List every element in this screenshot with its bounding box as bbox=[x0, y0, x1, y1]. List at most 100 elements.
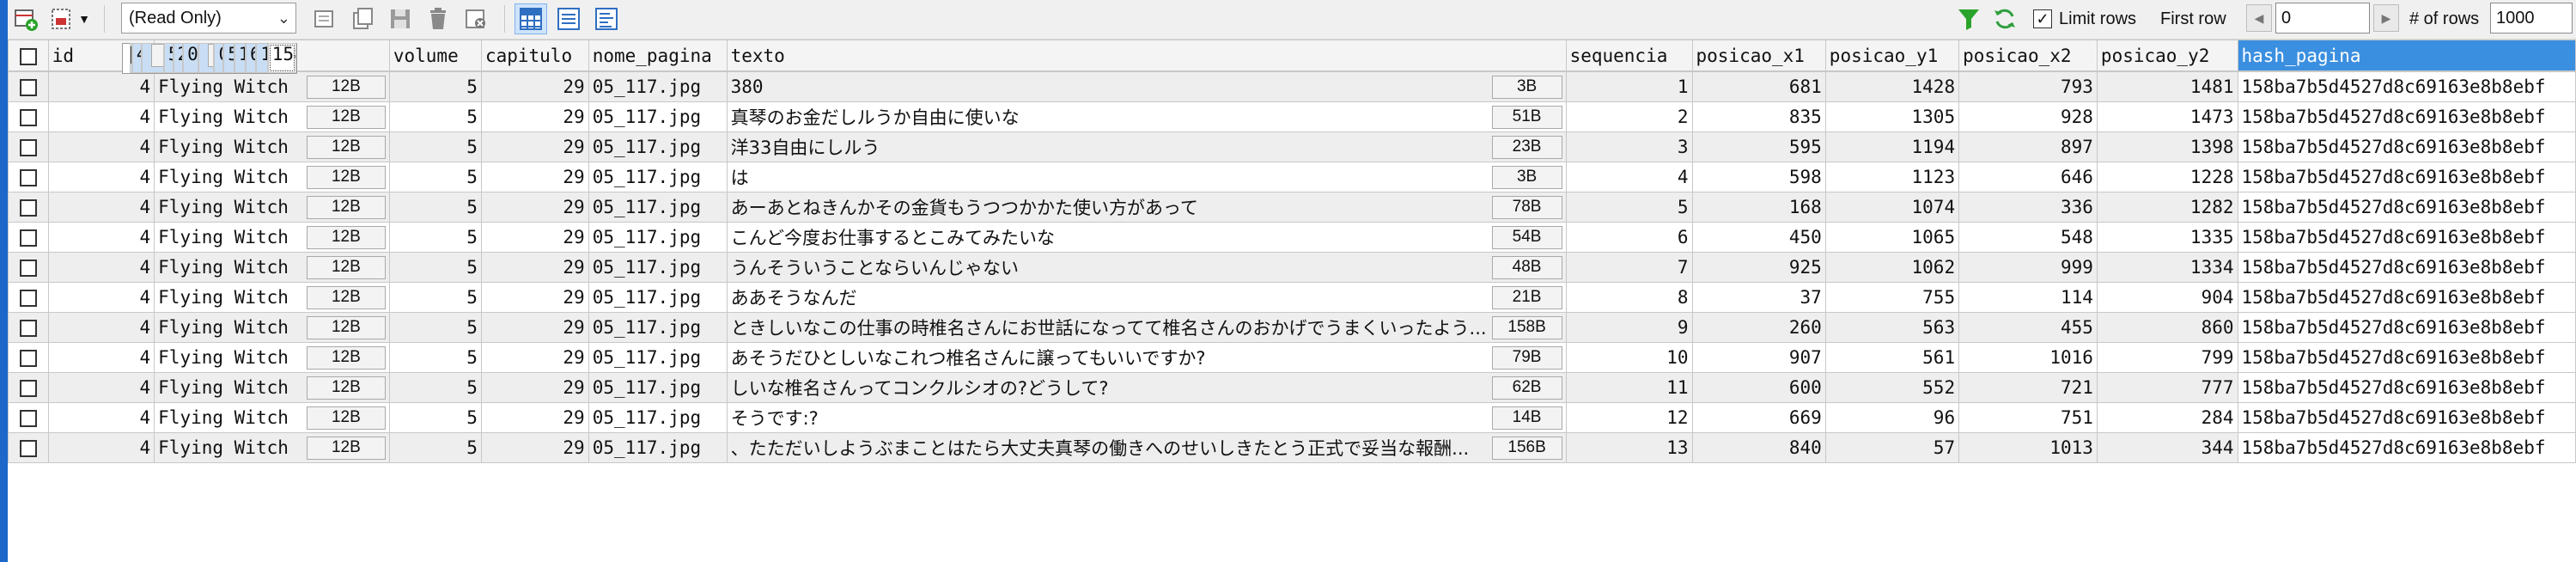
cell-capitulo[interactable]: 29 bbox=[480, 162, 589, 192]
cell-posicao-y1[interactable]: 563 bbox=[1824, 312, 1960, 343]
cell-id[interactable]: 4 bbox=[47, 71, 155, 102]
cell-texto[interactable]: しいな椎名さんってコンクルシオの?どうして? 62B bbox=[726, 372, 1567, 403]
cell-nome-pagina[interactable]: 05_117.jpg bbox=[588, 192, 728, 223]
row-checkbox[interactable] bbox=[19, 260, 37, 277]
cell-id[interactable]: 4 bbox=[131, 43, 142, 73]
cell-capitulo[interactable]: 29 bbox=[480, 222, 589, 253]
cell-texto[interactable]: あそうだひとしいなこれつ椎名さんに譲ってもいいですか? 79B bbox=[726, 342, 1567, 373]
cell-posicao-y1[interactable]: 1065 bbox=[1824, 222, 1960, 253]
cell-nome-pagina[interactable]: 05_117.jpg bbox=[588, 71, 728, 102]
cell-sequencia[interactable]: 5 bbox=[1565, 192, 1693, 223]
row-checkbox[interactable] bbox=[19, 320, 37, 337]
cell-nome-pagina[interactable]: 05_117.jpg bbox=[588, 282, 728, 313]
cell-texto[interactable]: そうです:? 14B bbox=[726, 402, 1567, 433]
cell-volume[interactable]: 5 bbox=[388, 432, 482, 463]
manga-blob-button[interactable]: 12B bbox=[306, 345, 386, 370]
cell-posicao-y1[interactable]: 561 bbox=[1824, 342, 1960, 373]
row-checkbox[interactable] bbox=[19, 440, 37, 457]
row-checkbox[interactable] bbox=[19, 79, 37, 96]
row-checkbox[interactable] bbox=[19, 139, 37, 156]
cell-capitulo[interactable]: 29 bbox=[480, 101, 589, 132]
texto-blob-button[interactable]: 158B bbox=[1491, 315, 1562, 339]
cell-posicao-y2[interactable]: 904 bbox=[2096, 282, 2238, 313]
cell-manga[interactable]: Flying Witch 12B bbox=[154, 402, 390, 433]
cell-posicao-y1[interactable]: 1062 bbox=[1824, 252, 1960, 283]
cell-texto[interactable]: ああそうなんだ 21B bbox=[726, 282, 1567, 313]
cell-volume[interactable]: 5 bbox=[388, 131, 482, 162]
row-checkbox-cell[interactable] bbox=[8, 252, 49, 283]
form-view-button[interactable] bbox=[552, 3, 585, 34]
texto-blob-button[interactable]: 48B bbox=[1491, 255, 1562, 279]
cell-nome-pagina[interactable]: 05_117.jpg bbox=[588, 432, 728, 463]
cell-posicao-x2[interactable]: 114 bbox=[1958, 282, 2098, 313]
cell-posicao-x1[interactable]: 600 bbox=[1691, 372, 1826, 403]
cell-posicao-x2[interactable]: 455 bbox=[1958, 312, 2098, 343]
cell-posicao-x2[interactable]: 1016 bbox=[1958, 342, 2098, 373]
cell-manga[interactable]: Flying Witch 12B bbox=[154, 162, 390, 192]
cell-nome-pagina[interactable]: 05_117.jpg bbox=[588, 162, 728, 192]
cell-hash-pagina[interactable]: 158ba7b5d4527d8c69163e8b8ebf bbox=[2237, 71, 2576, 102]
cell-posicao-y2[interactable]: 1282 bbox=[2096, 192, 2238, 223]
cell-manga[interactable]: Flying Witch 12B bbox=[154, 312, 390, 343]
row-checkbox[interactable] bbox=[19, 229, 37, 247]
cell-sequencia[interactable]: 4 bbox=[1565, 162, 1693, 192]
texto-blob-button[interactable]: 3B bbox=[1491, 75, 1562, 99]
cell-nome-pagina[interactable]: 05_117.jpg bbox=[588, 402, 728, 433]
cell-volume[interactable]: 5 bbox=[163, 43, 174, 73]
manga-blob-button[interactable]: 12B bbox=[306, 135, 386, 159]
cell-id[interactable]: 4 bbox=[47, 252, 155, 283]
cell-posicao-y2[interactable]: 1398 bbox=[2096, 131, 2238, 162]
cell-nome-pagina[interactable]: 05_117.jpg bbox=[588, 131, 728, 162]
row-checkbox[interactable] bbox=[19, 380, 37, 397]
cell-capitulo[interactable]: 29 bbox=[480, 252, 589, 283]
cell-id[interactable]: 4 bbox=[47, 372, 155, 403]
cell-sequencia[interactable]: 2 bbox=[1565, 101, 1693, 132]
texto-blob-button[interactable]: 23B bbox=[1491, 135, 1562, 159]
texto-blob-button[interactable]: 62B bbox=[1491, 376, 1562, 400]
cell-capitulo[interactable]: 29 bbox=[480, 432, 589, 463]
cell-volume[interactable]: 5 bbox=[388, 282, 482, 313]
cell-volume[interactable]: 5 bbox=[388, 101, 482, 132]
table-row[interactable]: 4 Flying Witch 12B 5 29 05_117.jpg そうです:? 14B 12… bbox=[8, 402, 2576, 433]
cell-sequencia[interactable]: 1 bbox=[1565, 71, 1693, 102]
row-checkbox-cell[interactable] bbox=[8, 342, 49, 373]
cell-posicao-x2[interactable]: 336 bbox=[1958, 192, 2098, 223]
row-checkbox-cell[interactable] bbox=[8, 282, 49, 313]
row-checkbox[interactable] bbox=[19, 410, 37, 427]
texto-blob-button[interactable]: 156B bbox=[1491, 436, 1562, 460]
column-header-texto[interactable]: texto bbox=[726, 40, 1567, 71]
cell-sequencia[interactable]: 10 bbox=[1565, 342, 1693, 373]
texto-blob-button[interactable]: 78B bbox=[1491, 195, 1562, 219]
row-checkbox-cell[interactable] bbox=[8, 71, 49, 102]
cell-hash-pagina[interactable]: 158ba7b5d4527d8c69163e8b8ebf bbox=[2237, 162, 2576, 192]
filter-icon[interactable] bbox=[1952, 3, 1985, 34]
cell-posicao-x2[interactable]: 659 bbox=[245, 43, 257, 73]
cell-capitulo[interactable]: 29 bbox=[480, 372, 589, 403]
cell-posicao-x1[interactable]: 37 bbox=[1691, 282, 1826, 313]
table-row[interactable]: 4 Flying Witch 12B 5 29 05_117.jpg は 3B 4 598 1123… bbox=[8, 162, 2576, 192]
cell-sequencia[interactable]: 7 bbox=[1565, 252, 1693, 283]
cell-posicao-y2[interactable]: 1228 bbox=[2096, 162, 2238, 192]
table-row[interactable]: 4 Flying Witch 12B 5 29 05_117.jpg あそうだひとしいなこれ… bbox=[8, 342, 2576, 373]
manga-blob-button[interactable]: 12B bbox=[306, 165, 386, 189]
cell-manga[interactable]: Flying Witch 12B bbox=[154, 192, 390, 223]
cell-posicao-y1[interactable]: 1305 bbox=[1824, 101, 1960, 132]
manga-blob-button[interactable]: 12B bbox=[306, 315, 386, 339]
copy-row-icon[interactable] bbox=[346, 3, 379, 34]
cell-volume[interactable]: 5 bbox=[388, 252, 482, 283]
row-checkbox[interactable] bbox=[19, 109, 37, 126]
cell-nome-pagina[interactable]: 05_117.jpg bbox=[183, 43, 199, 73]
column-header-sequencia[interactable]: sequencia bbox=[1565, 40, 1693, 71]
texto-blob-button[interactable]: 79B bbox=[1491, 345, 1562, 370]
cell-posicao-x2[interactable]: 721 bbox=[1958, 372, 2098, 403]
cell-hash-pagina[interactable]: 158ba7b5d4527d8c69163e8b8ebf bbox=[2237, 312, 2576, 343]
cell-sequencia[interactable]: 8 bbox=[1565, 282, 1693, 313]
first-row-input[interactable]: 0 bbox=[2275, 3, 2370, 34]
cell-texto[interactable]: あーあとねきんかその金貨もうつつかかた使い方があって 78B bbox=[726, 192, 1567, 223]
cell-capitulo[interactable]: 29 bbox=[480, 282, 589, 313]
table-row[interactable]: 4 Flying Witch 12B 5 29 05_117.jpg 洋33自由にしルう 23… bbox=[8, 131, 2576, 162]
cell-sequencia[interactable]: 11 bbox=[1565, 372, 1693, 403]
row-checkbox-cell[interactable] bbox=[8, 402, 49, 433]
cell-posicao-y2[interactable]: 799 bbox=[2096, 342, 2238, 373]
texto-blob-button[interactable]: 51B bbox=[1491, 105, 1562, 129]
